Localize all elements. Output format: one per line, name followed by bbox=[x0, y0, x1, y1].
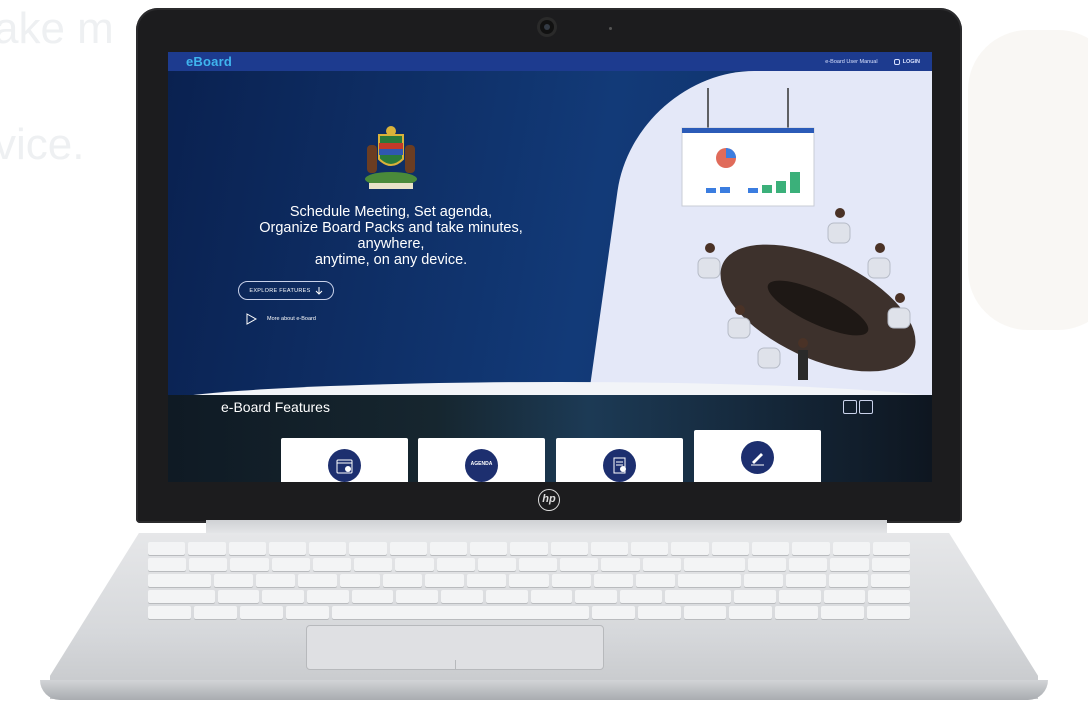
feature-card-signature[interactable] bbox=[694, 430, 821, 482]
coat-of-arms-logo bbox=[365, 126, 417, 189]
background-decoration bbox=[968, 30, 1088, 330]
hp-logo: hp bbox=[538, 489, 560, 511]
top-right-nav: e-Board User Manual LOGIN bbox=[825, 58, 920, 65]
background-ghost-text: vice. bbox=[0, 120, 85, 169]
feature-card-calendar[interactable] bbox=[281, 438, 408, 482]
headline-line: Schedule Meeting, Set agenda, bbox=[289, 204, 493, 220]
login-label: LOGIN bbox=[902, 58, 920, 65]
top-navbar: eBoard e-Board User Manual LOGIN bbox=[168, 52, 932, 71]
carousel-prev-button[interactable] bbox=[843, 400, 857, 414]
feature-card-checklist[interactable] bbox=[556, 438, 683, 482]
features-title: e-Board Features bbox=[221, 399, 330, 415]
explore-features-button[interactable]: EXPLORE FEATURES bbox=[238, 281, 334, 300]
touchpad bbox=[306, 625, 604, 670]
headline-line: anywhere, bbox=[357, 236, 425, 252]
more-about-link[interactable]: More about e-Board bbox=[245, 313, 316, 325]
more-about-label: More about e-Board bbox=[267, 316, 316, 322]
headline-line: Organize Board Packs and take minutes, bbox=[259, 220, 523, 236]
explore-features-label: EXPLORE FEATURES bbox=[249, 287, 311, 294]
play-icon bbox=[246, 313, 257, 325]
features-section: e-Board Features AGENDA bbox=[168, 395, 932, 482]
carousel-nav bbox=[843, 400, 873, 414]
calendar-icon bbox=[328, 449, 361, 482]
checklist-icon bbox=[603, 449, 636, 482]
meeting-illustration bbox=[681, 88, 916, 380]
laptop-base-edge bbox=[40, 680, 1048, 700]
webcam-icon bbox=[540, 20, 554, 34]
login-icon bbox=[893, 58, 900, 65]
agenda-icon: AGENDA bbox=[465, 449, 498, 482]
brand-logo[interactable]: eBoard bbox=[186, 54, 232, 69]
agenda-icon-label: AGENDA bbox=[470, 461, 493, 467]
background-ghost-text: ake m bbox=[0, 4, 114, 53]
login-button[interactable]: LOGIN bbox=[893, 58, 920, 65]
laptop-screen: eBoard e-Board User Manual LOGIN Schedul… bbox=[168, 52, 932, 482]
keyboard bbox=[148, 542, 911, 619]
user-manual-link[interactable]: e-Board User Manual bbox=[825, 59, 877, 65]
arrow-down-icon bbox=[315, 286, 322, 295]
carousel-next-button[interactable] bbox=[859, 400, 873, 414]
headline-line: anytime, on any device. bbox=[314, 252, 468, 268]
feature-card-agenda[interactable]: AGENDA bbox=[418, 438, 545, 482]
webcam-led bbox=[609, 27, 612, 30]
pen-sign-icon bbox=[741, 441, 774, 474]
hero-headline: Schedule Meeting, Set agenda, Organize B… bbox=[238, 204, 544, 268]
